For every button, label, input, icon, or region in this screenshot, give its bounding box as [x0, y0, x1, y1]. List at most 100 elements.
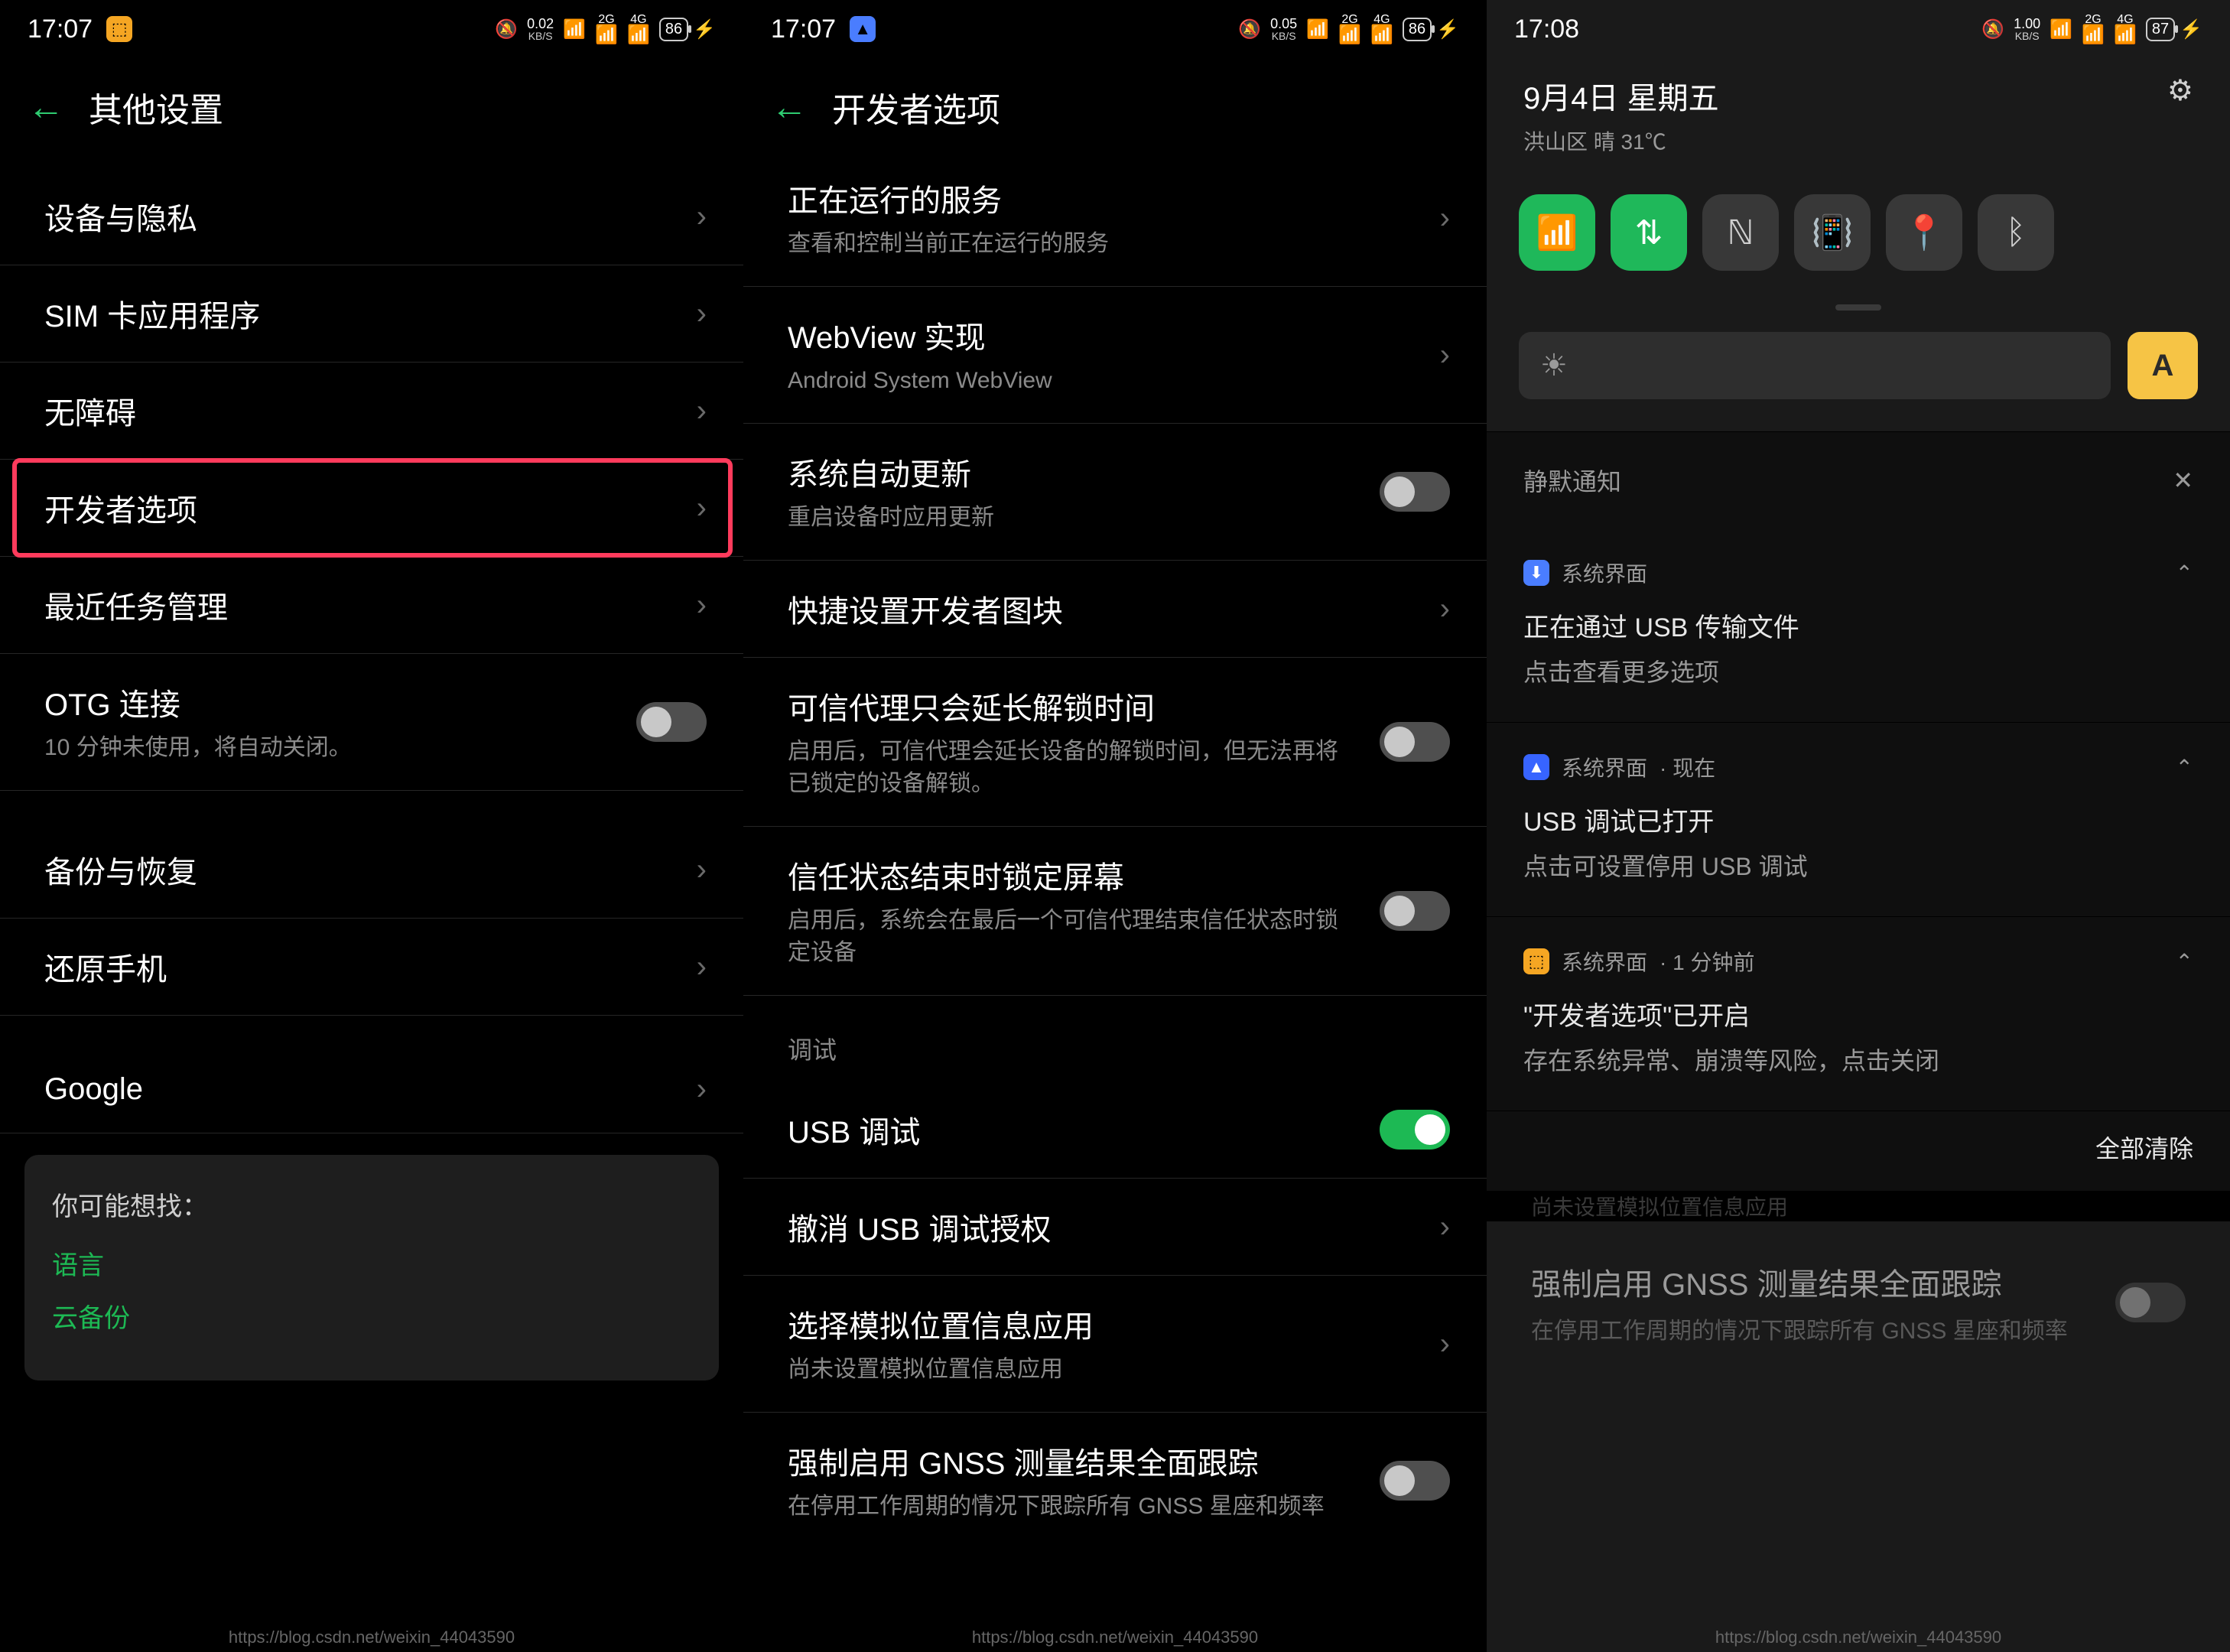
silent-icon: 🔕	[1238, 18, 1261, 41]
row-quick-settings-tile[interactable]: 快捷设置开发者图块 ›	[743, 561, 1487, 658]
notif-title: USB 调试已打开	[1523, 801, 2193, 838]
suggestions-card: 你可能想找： 语言 云备份	[24, 1155, 719, 1380]
app-indicator-icon: ⬚	[106, 16, 132, 42]
notif-body: 存在系统异常、崩溃等风险，点击关闭	[1523, 1042, 2193, 1077]
chevron-right-icon: ›	[697, 853, 707, 887]
suggestion-language[interactable]: 语言	[52, 1244, 691, 1282]
back-arrow-icon[interactable]: ←	[28, 86, 64, 128]
chevron-right-icon: ›	[1440, 1327, 1450, 1361]
row-running-services[interactable]: 正在运行的服务 查看和控制当前正在运行的服务 ›	[743, 168, 1487, 287]
notification-usb-transfer[interactable]: ⬇ 系统界面 ⌃ 正在通过 USB 传输文件 点击查看更多选项	[1487, 528, 2230, 723]
system-update-toggle[interactable]	[1380, 472, 1450, 512]
trust-extend-toggle[interactable]	[1380, 722, 1450, 762]
signal-4g: 4G📶	[2114, 14, 2137, 44]
notif-body: 点击可设置停用 USB 调试	[1523, 847, 2193, 883]
row-sim-apps[interactable]: SIM 卡应用程序 ›	[0, 265, 743, 363]
quick-settings-tiles: 📶 ⇅ ℕ 📳 📍 ᛒ	[1487, 168, 2230, 297]
title-bar: ← 其他设置	[0, 52, 743, 168]
notification-usb-debug[interactable]: ▲ 系统界面 · 现在 ⌃ USB 调试已打开 点击可设置停用 USB 调试	[1487, 723, 2230, 917]
chevron-up-icon[interactable]: ⌃	[2176, 561, 2193, 586]
otg-toggle[interactable]	[636, 702, 707, 742]
shade-drag-handle[interactable]	[1835, 304, 1881, 311]
brightness-row: ☀ A	[1487, 311, 2230, 431]
notification-dev-enabled[interactable]: ⬚ 系统界面 · 1 分钟前 ⌃ "开发者选项"已开启 存在系统异常、崩溃等风险…	[1487, 917, 2230, 1111]
gnss-toggle[interactable]	[1380, 1461, 1450, 1501]
tile-nfc[interactable]: ℕ	[1702, 194, 1779, 271]
app-icon: ⬚	[1523, 948, 1549, 974]
chevron-right-icon: ›	[1440, 201, 1450, 236]
app-icon: ▲	[1523, 754, 1549, 780]
brightness-icon: ☀	[1540, 348, 1568, 383]
row-otg[interactable]: OTG 连接 10 分钟未使用，将自动关闭。	[0, 654, 743, 791]
close-icon[interactable]: ✕	[2173, 466, 2193, 495]
row-recent-tasks[interactable]: 最近任务管理 ›	[0, 557, 743, 654]
row-webview[interactable]: WebView 实现 Android System WebView ›	[743, 287, 1487, 424]
status-bar: 17:07 ▲ 🔕 0.05KB/S 📶 2G📶 4G📶 86⚡	[743, 0, 1487, 52]
developer-list: 正在运行的服务 查看和控制当前正在运行的服务 › WebView 实现 Andr…	[743, 168, 1487, 1549]
auto-brightness-button[interactable]: A	[2128, 332, 2198, 399]
settings-list: 设备与隐私 › SIM 卡应用程序 › 无障碍 › 开发者选项 › 最近任务管理…	[0, 168, 743, 1133]
status-time: 17:08	[1514, 15, 1579, 44]
chevron-up-icon[interactable]: ⌃	[2176, 949, 2193, 974]
phone-other-settings: 17:07 ⬚ 🔕 0.02 KB/S 📶 2G📶 4G📶 86⚡ ← 其他设置…	[0, 0, 743, 1652]
tile-bluetooth[interactable]: ᛒ	[1978, 194, 2054, 271]
row-backup-restore[interactable]: 备份与恢复 ›	[0, 821, 743, 919]
status-time: 17:07	[28, 15, 93, 44]
page-title: 开发者选项	[832, 83, 1000, 132]
date-row: 9月4日 星期五 洪山区 晴 31℃ ⚙	[1487, 52, 2230, 168]
settings-gear-icon[interactable]: ⚙	[2167, 73, 2193, 108]
suggestion-cloud-backup[interactable]: 云备份	[52, 1297, 691, 1335]
data-rate: 0.05KB/S	[1270, 17, 1297, 41]
chevron-right-icon: ›	[697, 950, 707, 984]
back-arrow-icon[interactable]: ←	[771, 86, 808, 128]
row-revoke-auth[interactable]: 撤消 USB 调试授权 ›	[743, 1179, 1487, 1276]
gnss-toggle-behind	[2115, 1283, 2186, 1322]
suggestions-hint: 你可能想找：	[52, 1185, 691, 1223]
shade-weather: 洪山区 晴 31℃	[1523, 125, 1719, 156]
row-gnss[interactable]: 强制启用 GNSS 测量结果全面跟踪 在停用工作周期的情况下跟踪所有 GNSS …	[743, 1413, 1487, 1549]
status-time: 17:07	[771, 15, 836, 44]
chevron-right-icon: ›	[697, 297, 707, 331]
tile-wifi[interactable]: 📶	[1519, 194, 1595, 271]
status-bar: 17:08 🔕 1.00KB/S 📶 2G📶 4G📶 87⚡	[1487, 0, 2230, 52]
usb-debug-toggle[interactable]	[1380, 1110, 1450, 1150]
tile-vibrate[interactable]: 📳	[1794, 194, 1871, 271]
page-title: 其他设置	[89, 83, 223, 132]
row-developer-options[interactable]: 开发者选项 ›	[0, 460, 743, 557]
silent-icon: 🔕	[1981, 18, 2004, 41]
status-bar: 17:07 ⬚ 🔕 0.02 KB/S 📶 2G📶 4G📶 86⚡	[0, 0, 743, 52]
title-bar: ← 开发者选项	[743, 52, 1487, 168]
watermark: https://blog.csdn.net/weixin_44043590	[743, 1628, 1487, 1647]
notif-title: 正在通过 USB 传输文件	[1523, 606, 2193, 644]
row-usb-debug[interactable]: USB 调试	[743, 1081, 1487, 1179]
silent-icon: 🔕	[495, 18, 518, 41]
row-device-privacy[interactable]: 设备与隐私 ›	[0, 168, 743, 265]
signal-2g: 2G📶	[2082, 14, 2105, 44]
row-google[interactable]: Google ›	[0, 1046, 743, 1133]
shade-date: 9月4日 星期五	[1523, 73, 1719, 118]
app-name: 系统界面	[1562, 558, 1647, 588]
tile-data[interactable]: ⇅	[1611, 194, 1687, 271]
data-rate: 1.00KB/S	[2014, 17, 2040, 41]
clear-all-button[interactable]: 全部清除	[1487, 1111, 2230, 1191]
trust-lock-toggle[interactable]	[1380, 891, 1450, 931]
signal-4g: 4G📶	[627, 14, 650, 44]
app-indicator-icon: ▲	[850, 16, 876, 42]
tile-location[interactable]: 📍	[1886, 194, 1962, 271]
battery-indicator: 86⚡	[659, 18, 716, 41]
chevron-right-icon: ›	[697, 491, 707, 525]
row-mock-location[interactable]: 选择模拟位置信息应用 尚未设置模拟位置信息应用 ›	[743, 1276, 1487, 1413]
row-gnss-behind: 强制启用 GNSS 测量结果全面跟踪 在停用工作周期的情况下跟踪所有 GNSS …	[1487, 1221, 2230, 1345]
background-content: 尚未设置模拟位置信息应用	[1487, 1191, 2230, 1221]
row-trust-lock[interactable]: 信任状态结束时锁定屏幕 启用后，系统会在最后一个可信代理结束信任状态时锁定设备	[743, 827, 1487, 996]
row-system-update[interactable]: 系统自动更新 重启设备时应用更新	[743, 424, 1487, 561]
row-accessibility[interactable]: 无障碍 ›	[0, 363, 743, 460]
brightness-slider[interactable]: ☀	[1519, 332, 2111, 399]
battery-indicator: 86⚡	[1403, 18, 1459, 41]
row-trust-extend[interactable]: 可信代理只会延长解锁时间 启用后，可信代理会延长设备的解锁时间，但无法再将已锁定…	[743, 658, 1487, 827]
row-restore-phone[interactable]: 还原手机 ›	[0, 919, 743, 1016]
silent-label: 静默通知	[1523, 463, 1621, 498]
app-name: 系统界面	[1562, 752, 1647, 782]
chevron-up-icon[interactable]: ⌃	[2176, 755, 2193, 780]
watermark: https://blog.csdn.net/weixin_44043590	[0, 1628, 743, 1647]
